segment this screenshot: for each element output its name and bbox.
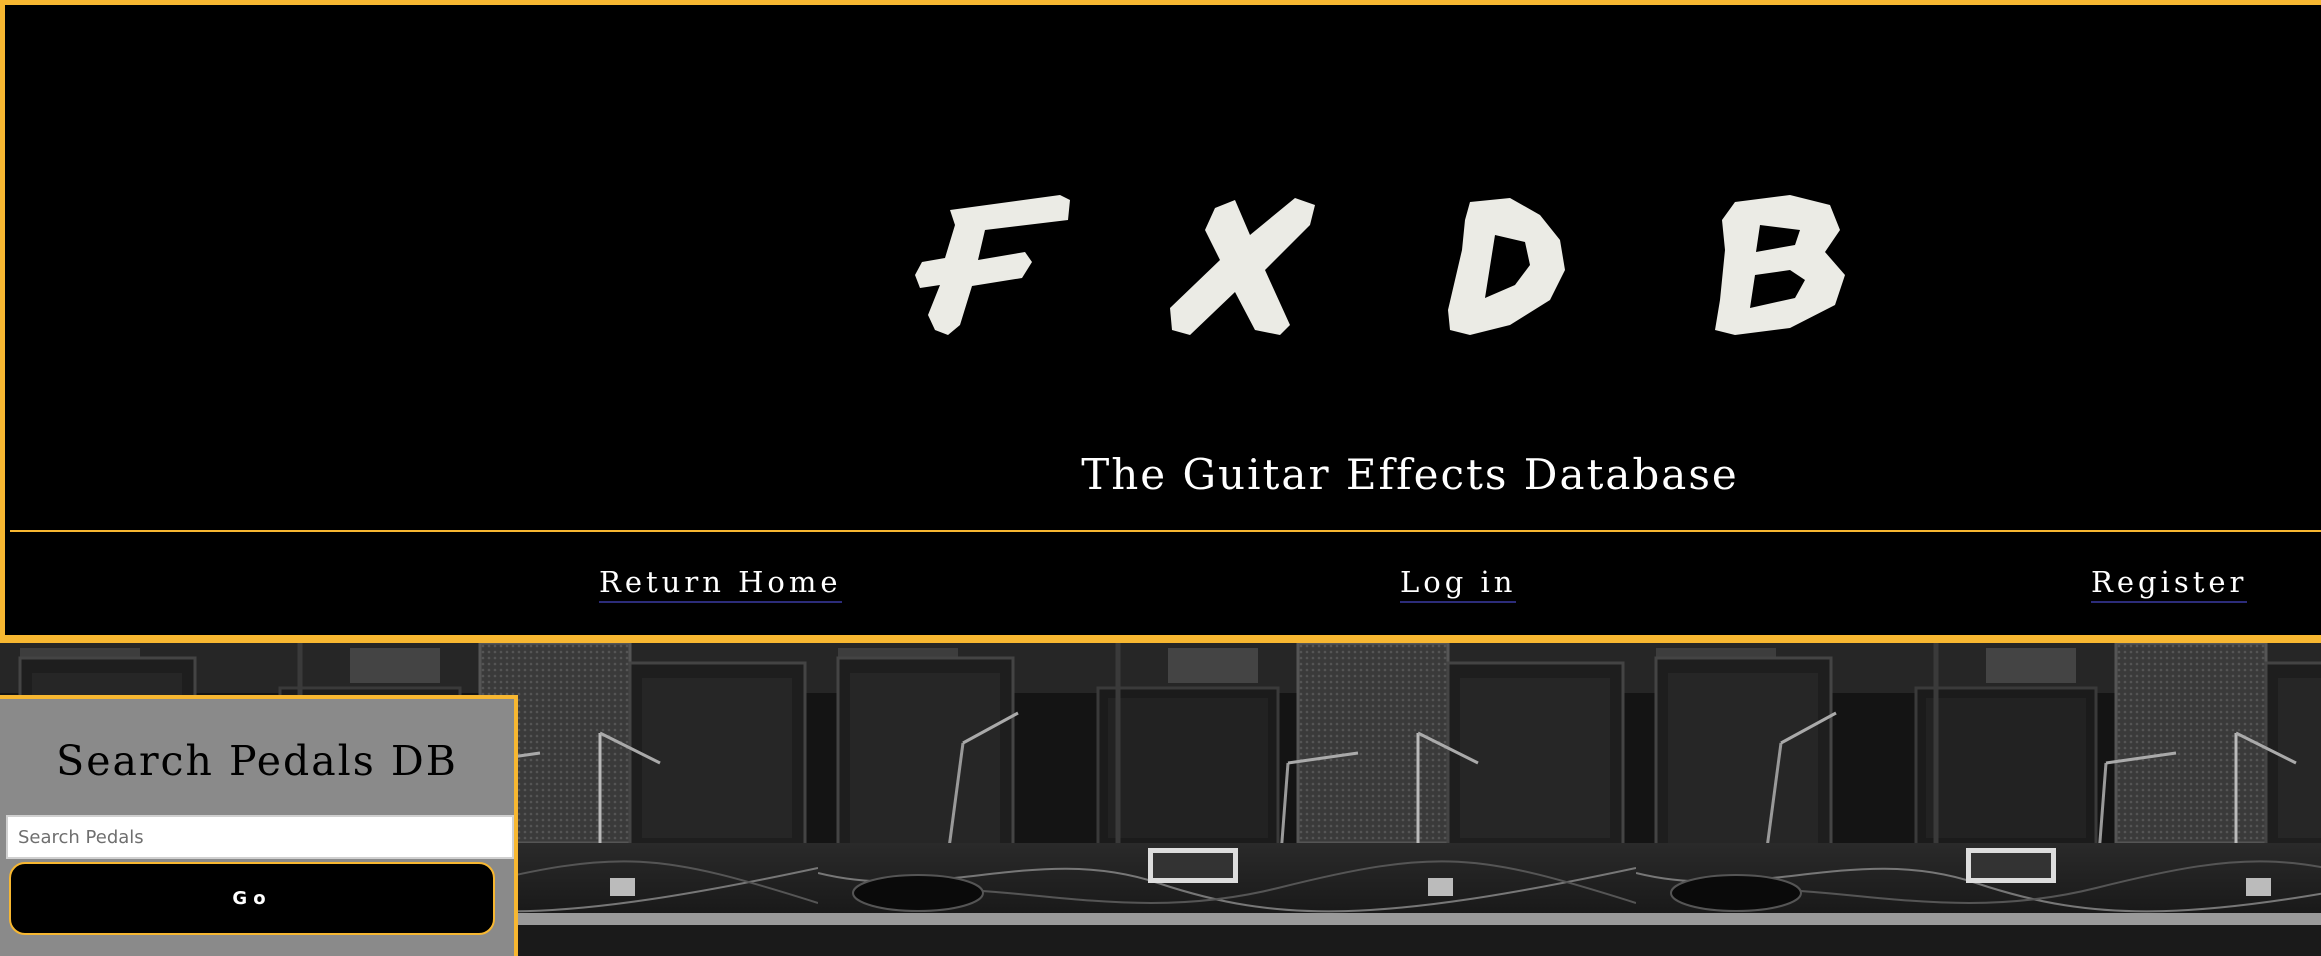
site-tagline: The Guitar Effects Database	[1081, 450, 1739, 499]
site-header: The Guitar Effects Database Return Home …	[0, 0, 2321, 640]
search-panel: Search Pedals DB Go	[0, 695, 518, 956]
page: The Guitar Effects Database Return Home …	[0, 0, 2321, 956]
nav-link-register[interactable]: Register	[2091, 565, 2248, 603]
nav-divider	[10, 530, 2321, 532]
go-button[interactable]: Go	[9, 862, 495, 935]
search-pedals-input[interactable]	[6, 815, 514, 859]
main-nav: Return Home Log in Register	[5, 565, 2321, 615]
search-panel-title: Search Pedals DB	[56, 737, 458, 785]
nav-link-log-in[interactable]: Log in	[1400, 565, 1517, 603]
fxdb-logo	[910, 190, 1900, 345]
nav-link-return-home[interactable]: Return Home	[599, 565, 842, 603]
